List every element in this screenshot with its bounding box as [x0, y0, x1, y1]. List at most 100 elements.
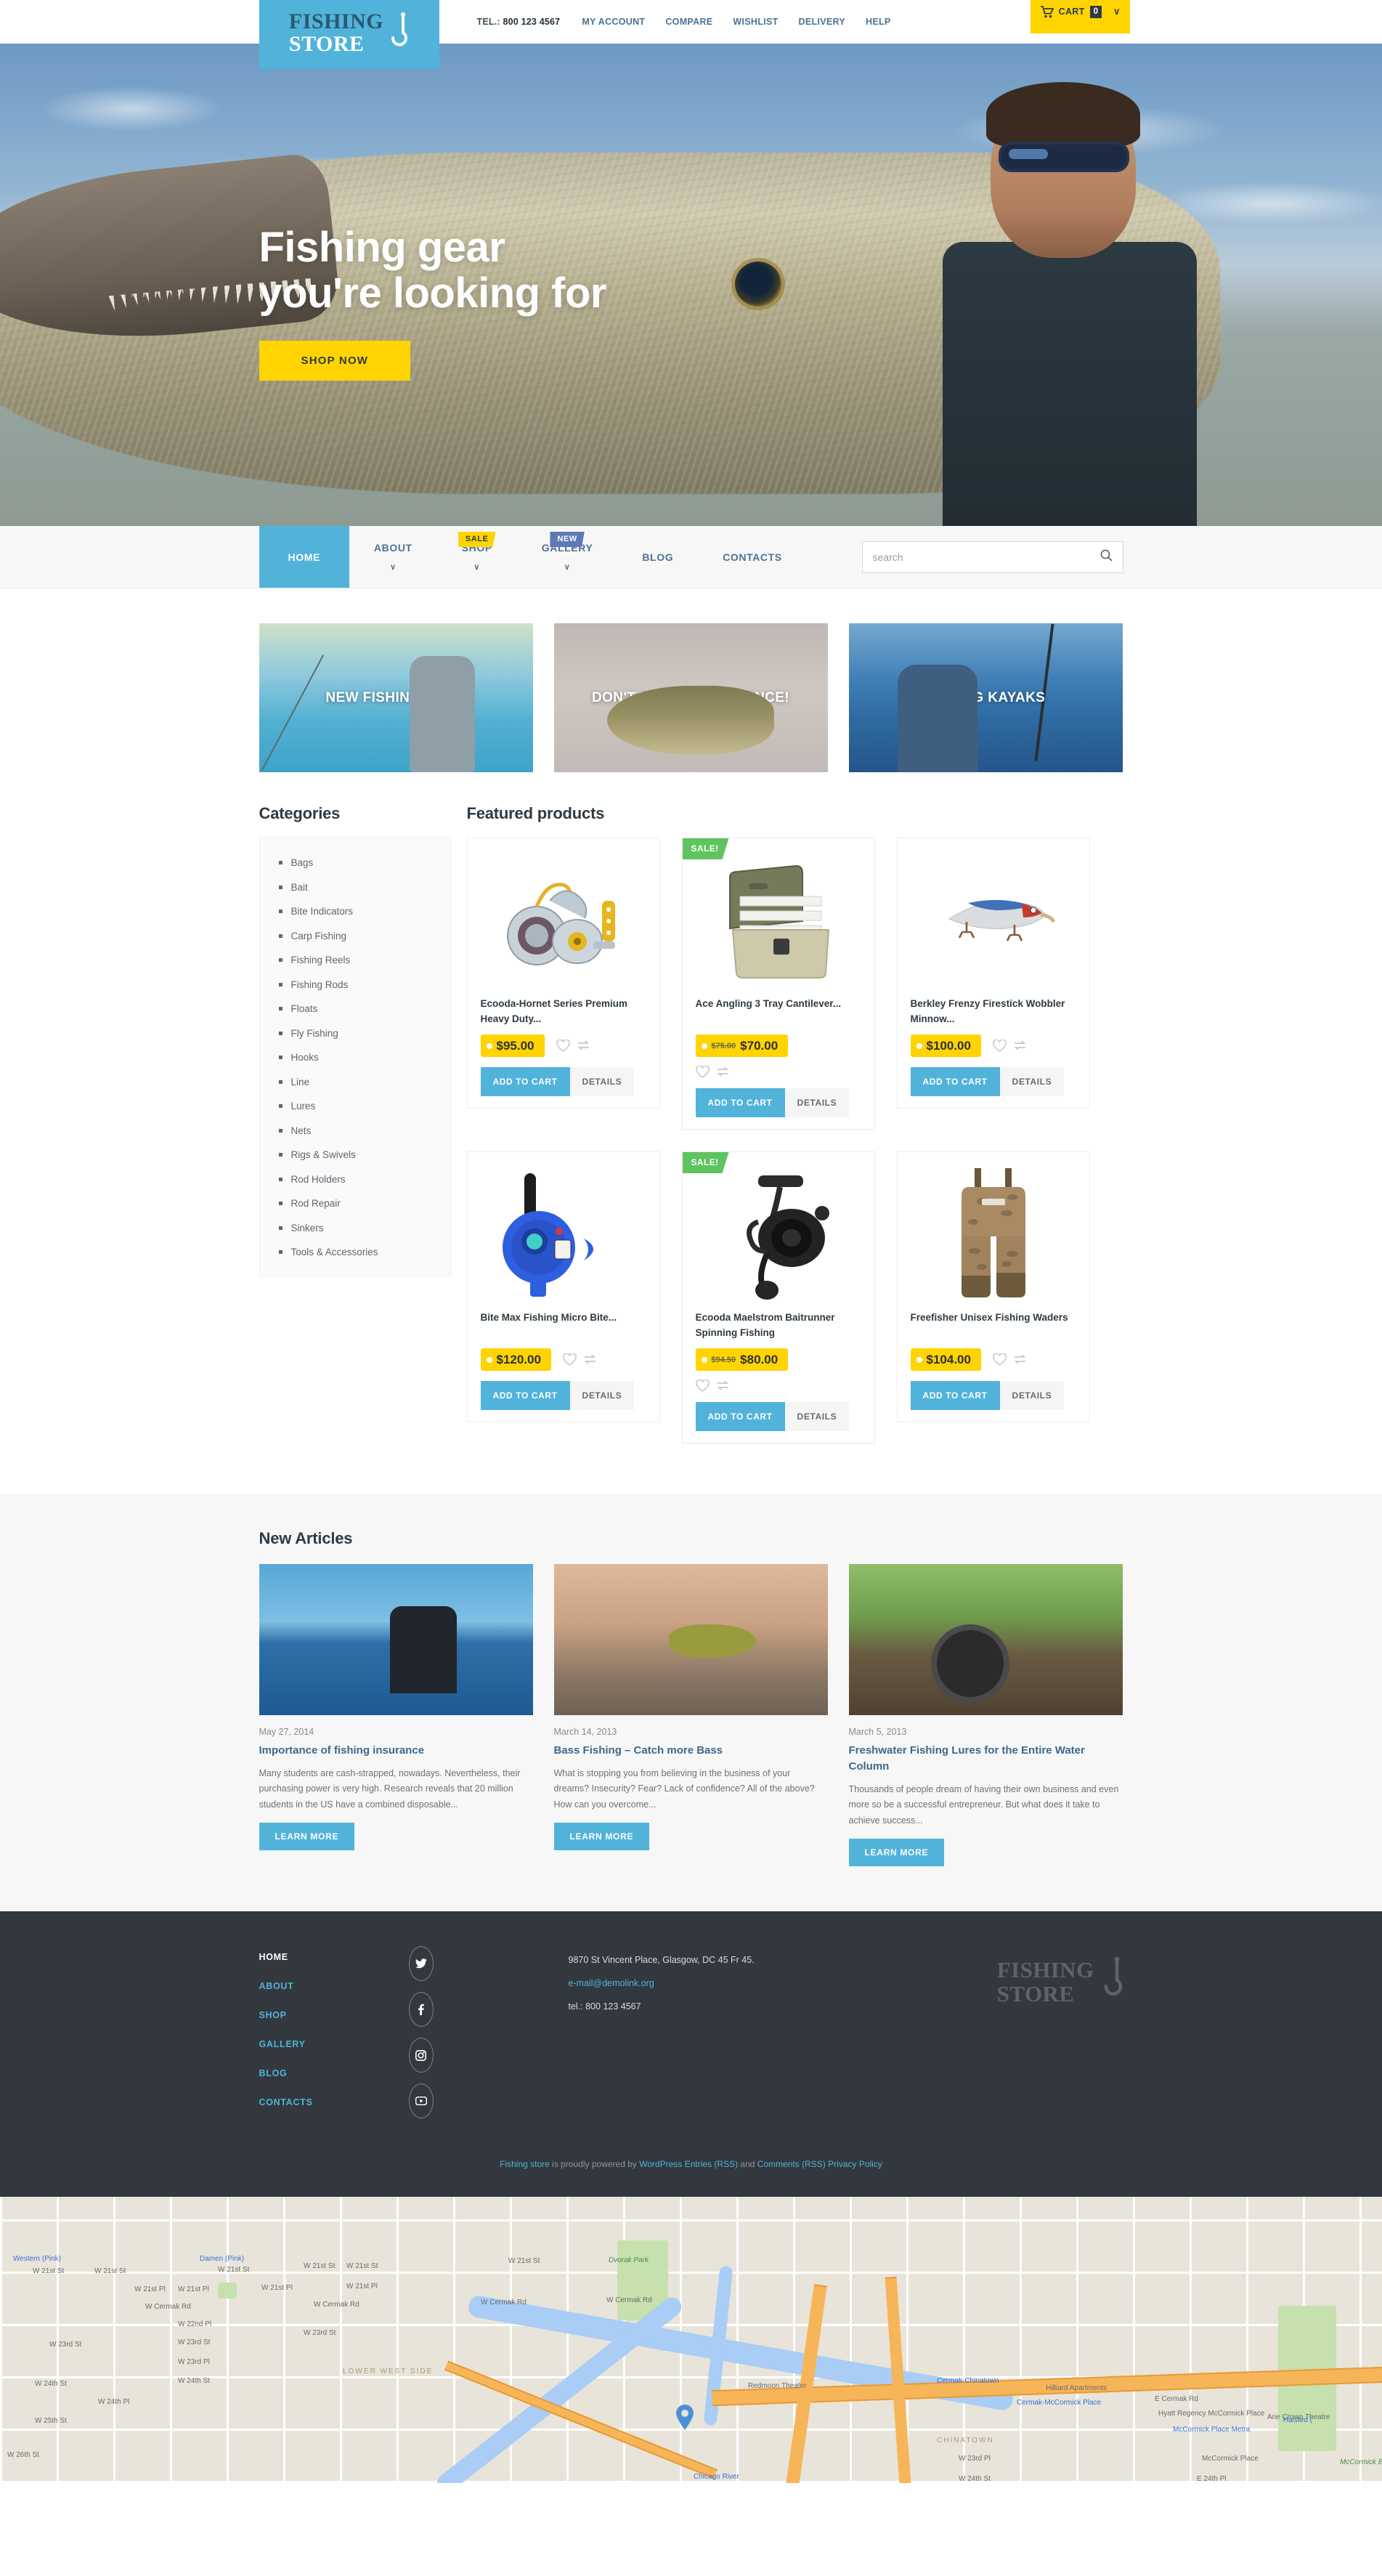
twitter-icon[interactable]: [408, 1946, 434, 1981]
instagram-icon[interactable]: [408, 2038, 434, 2073]
compare-arrows-icon[interactable]: [1013, 1040, 1027, 1051]
cart-button[interactable]: CART 0 ∨: [1030, 0, 1130, 33]
top-link-wishlist[interactable]: WISHLIST: [733, 17, 778, 27]
sidebar-item-carp-fishing[interactable]: Carp Fishing: [291, 931, 347, 941]
chevron-down-icon: ∨: [564, 563, 571, 572]
footer-link-shop[interactable]: SHOP: [259, 2010, 409, 2020]
product-card[interactable]: Bite Max Fishing Micro Bite... $120.00 A…: [466, 1151, 660, 1422]
promo-banner-fishing-kayaks[interactable]: FISHING KAYAKS: [848, 623, 1123, 772]
top-link-my-account[interactable]: MY ACCOUNT: [582, 17, 645, 27]
youtube-icon[interactable]: [408, 2083, 434, 2118]
add-to-cart-button[interactable]: ADD TO CART: [695, 1088, 785, 1117]
nav-item-shop[interactable]: SALE SHOP ∨: [437, 526, 517, 588]
product-card[interactable]: Berkley Frenzy Firestick Wobbler Minnow.…: [896, 838, 1090, 1109]
details-button[interactable]: DETAILS: [569, 1067, 635, 1096]
sidebar-item-floats[interactable]: Floats: [291, 1003, 318, 1014]
sidebar-item-line[interactable]: Line: [291, 1077, 310, 1087]
sidebar-item-nets[interactable]: Nets: [291, 1125, 312, 1136]
promo-banner-new-fishing-rods[interactable]: NEW FISHING RODS: [259, 623, 533, 772]
heart-icon[interactable]: [556, 1040, 570, 1052]
product-card[interactable]: SALE! Ecooda Maelstrom Baitrunner Spinni…: [681, 1151, 875, 1443]
article-title[interactable]: Bass Fishing – Catch more Bass: [554, 1743, 828, 1759]
footer-link-blog[interactable]: BLOG: [259, 2068, 409, 2078]
compare-arrows-icon[interactable]: [1013, 1354, 1027, 1365]
learn-more-button[interactable]: LEARN MORE: [259, 1823, 355, 1851]
heart-icon[interactable]: [993, 1353, 1007, 1366]
sidebar-item-bags[interactable]: Bags: [291, 857, 314, 868]
top-link-help[interactable]: HELP: [866, 17, 891, 27]
sidebar-item-lures[interactable]: Lures: [291, 1101, 316, 1111]
search-icon[interactable]: [1100, 549, 1113, 565]
copyright-brand-link[interactable]: Fishing store: [500, 2159, 550, 2169]
copyright-comments-link[interactable]: Comments (RSS): [757, 2159, 826, 2169]
nav-item-contacts[interactable]: CONTACTS: [698, 526, 807, 588]
sidebar-item-bite-indicators[interactable]: Bite Indicators: [291, 906, 354, 917]
compare-arrows-icon[interactable]: [716, 1066, 730, 1077]
footer-link-home[interactable]: HOME: [259, 1952, 409, 1962]
details-button[interactable]: DETAILS: [784, 1088, 850, 1117]
map-label: LOWER WEST SIDE: [343, 2368, 434, 2375]
article-card[interactable]: March 5, 2013 Freshwater Fishing Lures f…: [848, 1564, 1123, 1866]
sidebar-item-fishing-reels[interactable]: Fishing Reels: [291, 955, 351, 965]
nav-label-about: ABOUT: [373, 542, 412, 554]
search-input[interactable]: [872, 551, 1100, 563]
details-button[interactable]: DETAILS: [784, 1402, 850, 1431]
map-label: CHINATOWN: [937, 2437, 994, 2445]
search-box[interactable]: [861, 540, 1123, 573]
sidebar-item-tools-accessories[interactable]: Tools & Accessories: [291, 1247, 378, 1257]
heart-icon[interactable]: [695, 1066, 710, 1078]
location-map[interactable]: Western (Pink) Damen (Pink) W 21st St W 21s…: [0, 2197, 1382, 2483]
sidebar-item-sinkers[interactable]: Sinkers: [291, 1223, 324, 1234]
footer-link-gallery[interactable]: GALLERY: [259, 2039, 409, 2049]
promo-banner-dont-miss-your-chance[interactable]: DON'T MISS YOUR CHANCE!: [553, 623, 828, 772]
product-card[interactable]: SALE! Ace Angling 3 Tray Cantilever... $…: [681, 838, 875, 1130]
add-to-cart-button[interactable]: ADD TO CART: [480, 1381, 570, 1410]
nav-item-home[interactable]: HOME: [259, 526, 349, 588]
article-title[interactable]: Importance of fishing insurance: [259, 1743, 533, 1759]
sidebar-item-rod-holders[interactable]: Rod Holders: [291, 1174, 346, 1185]
sidebar-item-hooks[interactable]: Hooks: [291, 1052, 319, 1063]
top-link-delivery[interactable]: DELIVERY: [799, 17, 845, 27]
product-card[interactable]: Freefisher Unisex Fishing Waders $104.00: [896, 1151, 1090, 1422]
sidebar-item-rigs-swivels[interactable]: Rigs & Swivels: [291, 1149, 356, 1160]
sidebar-item-fishing-rods[interactable]: Fishing Rods: [291, 979, 349, 990]
sidebar-item-rod-repair[interactable]: Rod Repair: [291, 1198, 341, 1209]
map-pin-icon[interactable]: [675, 2404, 694, 2430]
article-card[interactable]: March 14, 2013 Bass Fishing – Catch more…: [553, 1564, 828, 1866]
sidebar-item-fly-fishing[interactable]: Fly Fishing: [291, 1028, 338, 1039]
learn-more-button[interactable]: LEARN MORE: [553, 1823, 650, 1851]
site-logo[interactable]: FISHING STORE: [259, 0, 439, 69]
add-to-cart-button[interactable]: ADD TO CART: [910, 1067, 1000, 1096]
nav-item-gallery[interactable]: NEW GALLERY ∨: [517, 526, 618, 588]
shop-now-button[interactable]: SHOP NOW: [259, 341, 411, 381]
phone-text: TEL.: 800 123 4567: [477, 17, 561, 27]
learn-more-button[interactable]: LEARN MORE: [848, 1839, 945, 1866]
compare-arrows-icon[interactable]: [716, 1380, 730, 1391]
footer-link-contacts[interactable]: CONTACTS: [259, 2097, 409, 2107]
add-to-cart-button[interactable]: ADD TO CART: [910, 1381, 1000, 1410]
heart-icon[interactable]: [993, 1040, 1007, 1052]
top-link-compare[interactable]: COMPARE: [665, 17, 712, 27]
details-button[interactable]: DETAILS: [569, 1381, 635, 1410]
copyright-entries-link[interactable]: Entries (RSS): [685, 2159, 738, 2169]
nav-item-about[interactable]: ABOUT ∨: [349, 526, 437, 588]
copyright-privacy-link[interactable]: Privacy Policy: [828, 2159, 882, 2169]
sidebar-item-bait[interactable]: Bait: [291, 882, 308, 893]
footer-email[interactable]: e-mail@demolink.org: [569, 1978, 654, 1988]
heart-icon[interactable]: [695, 1380, 710, 1392]
article-card[interactable]: May 27, 2014 Importance of fishing insur…: [259, 1564, 533, 1866]
compare-arrows-icon[interactable]: [583, 1354, 597, 1365]
footer-link-about[interactable]: ABOUT: [259, 1981, 409, 1991]
facebook-icon[interactable]: [408, 1992, 434, 2027]
details-button[interactable]: DETAILS: [999, 1381, 1065, 1410]
product-card[interactable]: Ecooda-Hornet Series Premium Heavy Duty.…: [466, 838, 660, 1109]
add-to-cart-button[interactable]: ADD TO CART: [480, 1067, 570, 1096]
nav-item-blog[interactable]: BLOG: [617, 526, 698, 588]
article-title[interactable]: Freshwater Fishing Lures for the Entire …: [849, 1743, 1123, 1775]
details-button[interactable]: DETAILS: [999, 1067, 1065, 1096]
heart-icon[interactable]: [563, 1353, 577, 1366]
copyright-wordpress-link[interactable]: WordPress: [639, 2159, 682, 2169]
add-to-cart-button[interactable]: ADD TO CART: [695, 1402, 785, 1431]
compare-arrows-icon[interactable]: [577, 1040, 590, 1051]
chevron-down-icon[interactable]: ∨: [1113, 6, 1121, 17]
